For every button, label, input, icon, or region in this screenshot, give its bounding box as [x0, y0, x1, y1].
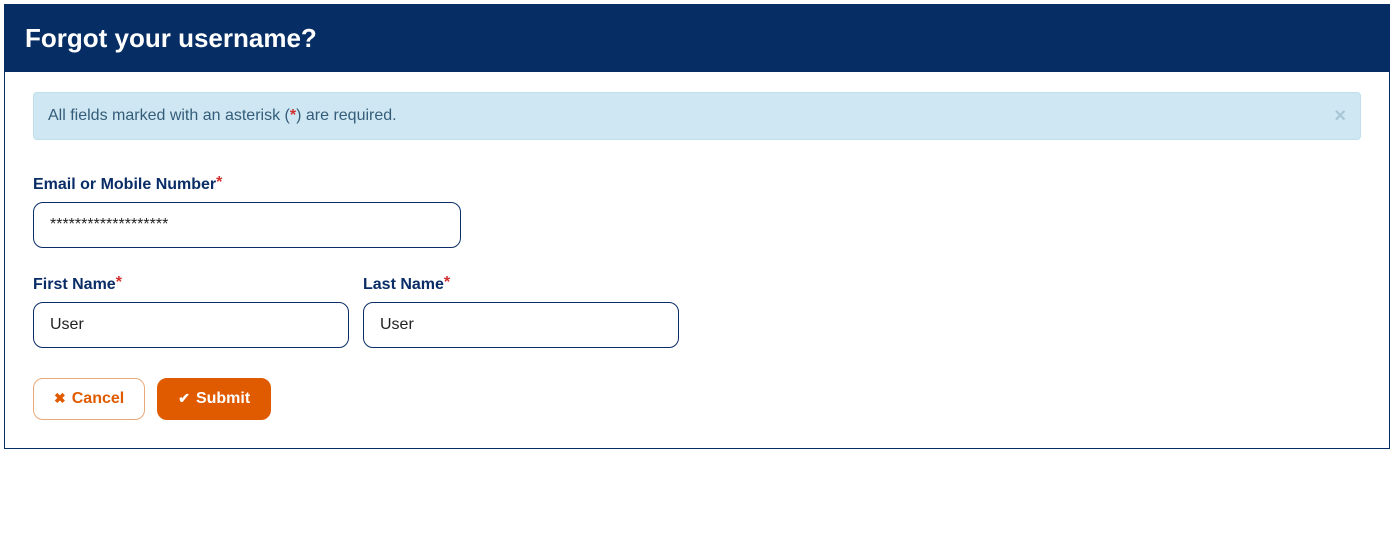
check-icon: [178, 391, 190, 407]
forgot-username-panel: Forgot your username? All fields marked …: [4, 4, 1390, 449]
label-last-name-text: Last Name: [363, 276, 444, 293]
group-email: Email or Mobile Number*: [33, 176, 461, 248]
cancel-button[interactable]: Cancel: [33, 378, 145, 420]
required-marker: *: [216, 174, 222, 191]
alert-text-after: ) are required.: [296, 107, 397, 124]
close-icon[interactable]: ×: [1334, 106, 1346, 126]
label-first-name: First Name*: [33, 276, 349, 294]
required-marker: *: [444, 274, 450, 291]
last-name-field[interactable]: [363, 302, 679, 348]
submit-button-label: Submit: [196, 391, 250, 407]
required-marker: *: [116, 274, 122, 291]
submit-button[interactable]: Submit: [157, 378, 271, 420]
panel-body: All fields marked with an asterisk ( * ) a…: [5, 72, 1389, 448]
x-icon: [54, 391, 66, 407]
group-last-name: Last Name*: [363, 276, 679, 348]
panel-header: Forgot your username?: [5, 5, 1389, 72]
page-title: Forgot your username?: [25, 23, 1369, 54]
label-last-name: Last Name*: [363, 276, 679, 294]
cancel-button-label: Cancel: [72, 391, 124, 407]
row-email: Email or Mobile Number*: [33, 176, 1361, 248]
group-first-name: First Name*: [33, 276, 349, 348]
email-field[interactable]: [33, 202, 461, 248]
required-info-alert: All fields marked with an asterisk (*) a…: [33, 92, 1361, 140]
alert-text-before: All fields marked with an asterisk (: [48, 107, 290, 124]
first-name-field[interactable]: [33, 302, 349, 348]
row-names: First Name* Last Name*: [33, 276, 1361, 348]
label-email: Email or Mobile Number*: [33, 176, 461, 194]
label-email-text: Email or Mobile Number: [33, 176, 216, 193]
button-row: Cancel Submit: [33, 378, 1361, 420]
label-first-name-text: First Name: [33, 276, 116, 293]
